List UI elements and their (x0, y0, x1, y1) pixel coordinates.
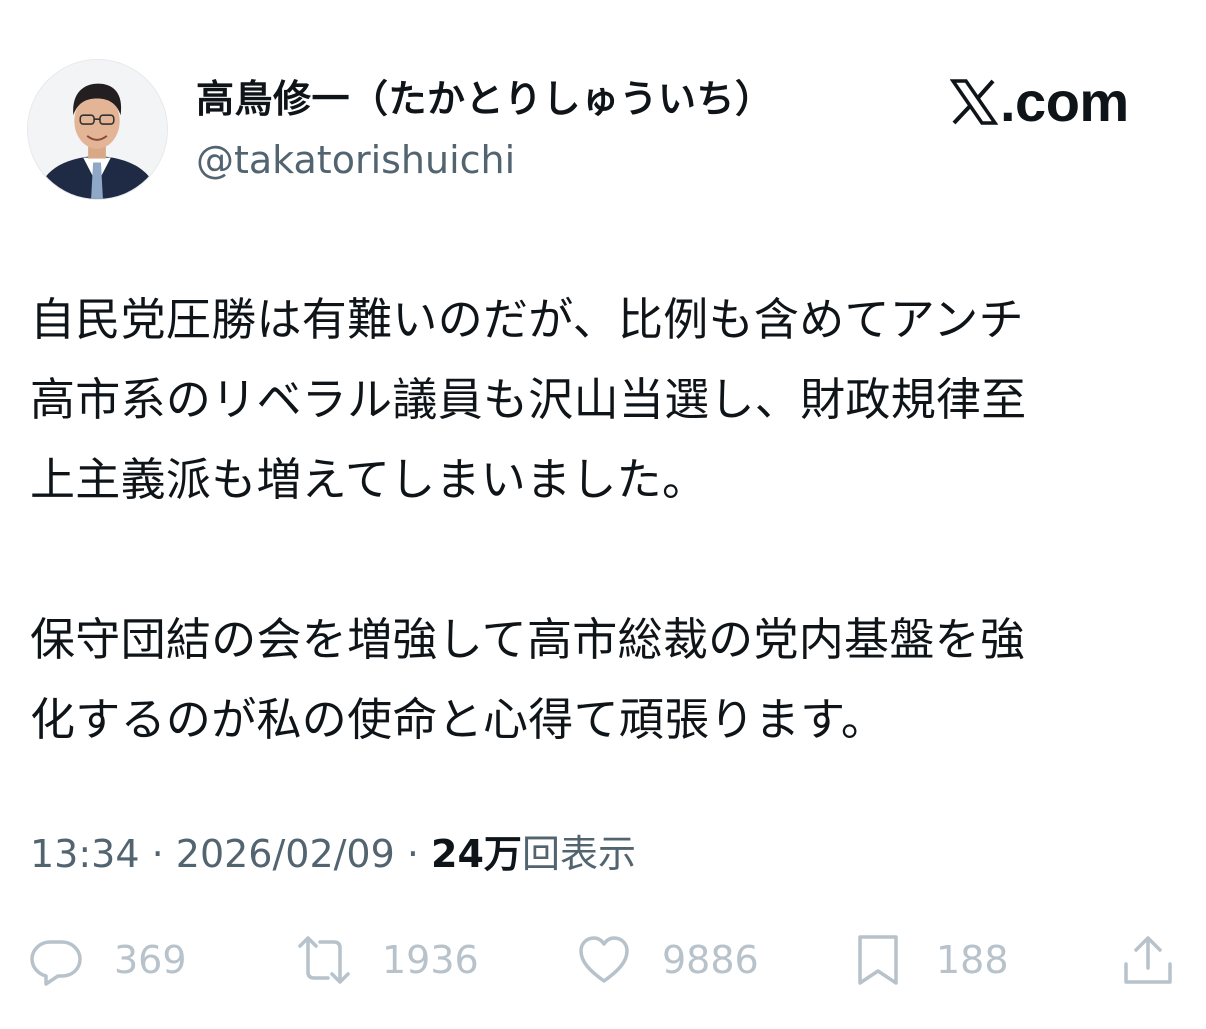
reply-button[interactable]: 369 (28, 928, 187, 992)
meta-separator: · (394, 832, 432, 876)
tweet-line: 上主義派も増えてしまいました。 (30, 453, 708, 506)
action-bar: 369 1936 9886 188 (0, 928, 1206, 992)
avatar[interactable] (27, 59, 168, 200)
reply-icon (30, 940, 82, 986)
tweet-line: 高市系のリベラル議員も沢山当選し、財政規律至 (30, 373, 1027, 426)
bookmark-icon (858, 935, 898, 985)
brand-text: .com (1000, 70, 1129, 133)
author-handle[interactable]: @takatorishuichi (196, 136, 515, 184)
tweet-meta: 13:34 · 2026/02/09 · 24万回表示 (30, 826, 636, 882)
bookmark-button[interactable]: 188 (850, 928, 1009, 992)
like-count: 9886 (662, 938, 759, 982)
like-button[interactable]: 9886 (576, 928, 759, 992)
repost-icon (298, 936, 350, 984)
brand-watermark: .com (950, 72, 1129, 132)
views-label: 回表示 (521, 832, 636, 876)
share-icon (1124, 936, 1172, 984)
author-display-name[interactable]: 高鳥修一（たかとりしゅういち） (196, 74, 774, 124)
bookmark-count: 188 (936, 938, 1009, 982)
repost-count: 1936 (382, 938, 479, 982)
meta-separator: · (139, 832, 176, 876)
reply-count: 369 (114, 938, 187, 982)
tweet-line: 保守団結の会を増強して高市総裁の党内基盤を強 (30, 613, 1026, 666)
x-logo-icon (950, 79, 998, 125)
user-avatar-photo (28, 60, 167, 199)
heart-icon (579, 936, 629, 983)
tweet-text: 自民党圧勝は有難いのだが、比例も含めてアンチ 高市系のリベラル議員も沢山当選し、… (30, 280, 1160, 760)
tweet-line: 化するのが私の使命と心得て頑張ります。 (30, 693, 887, 746)
tweet-time[interactable]: 13:34 (30, 832, 140, 876)
tweet-line: 自民党圧勝は有難いのだが、比例も含めてアンチ (30, 293, 1024, 346)
repost-button[interactable]: 1936 (296, 928, 479, 992)
views-count: 24万 (431, 832, 522, 876)
tweet-date[interactable]: 2026/02/09 (176, 832, 395, 876)
share-button[interactable] (1120, 928, 1176, 992)
